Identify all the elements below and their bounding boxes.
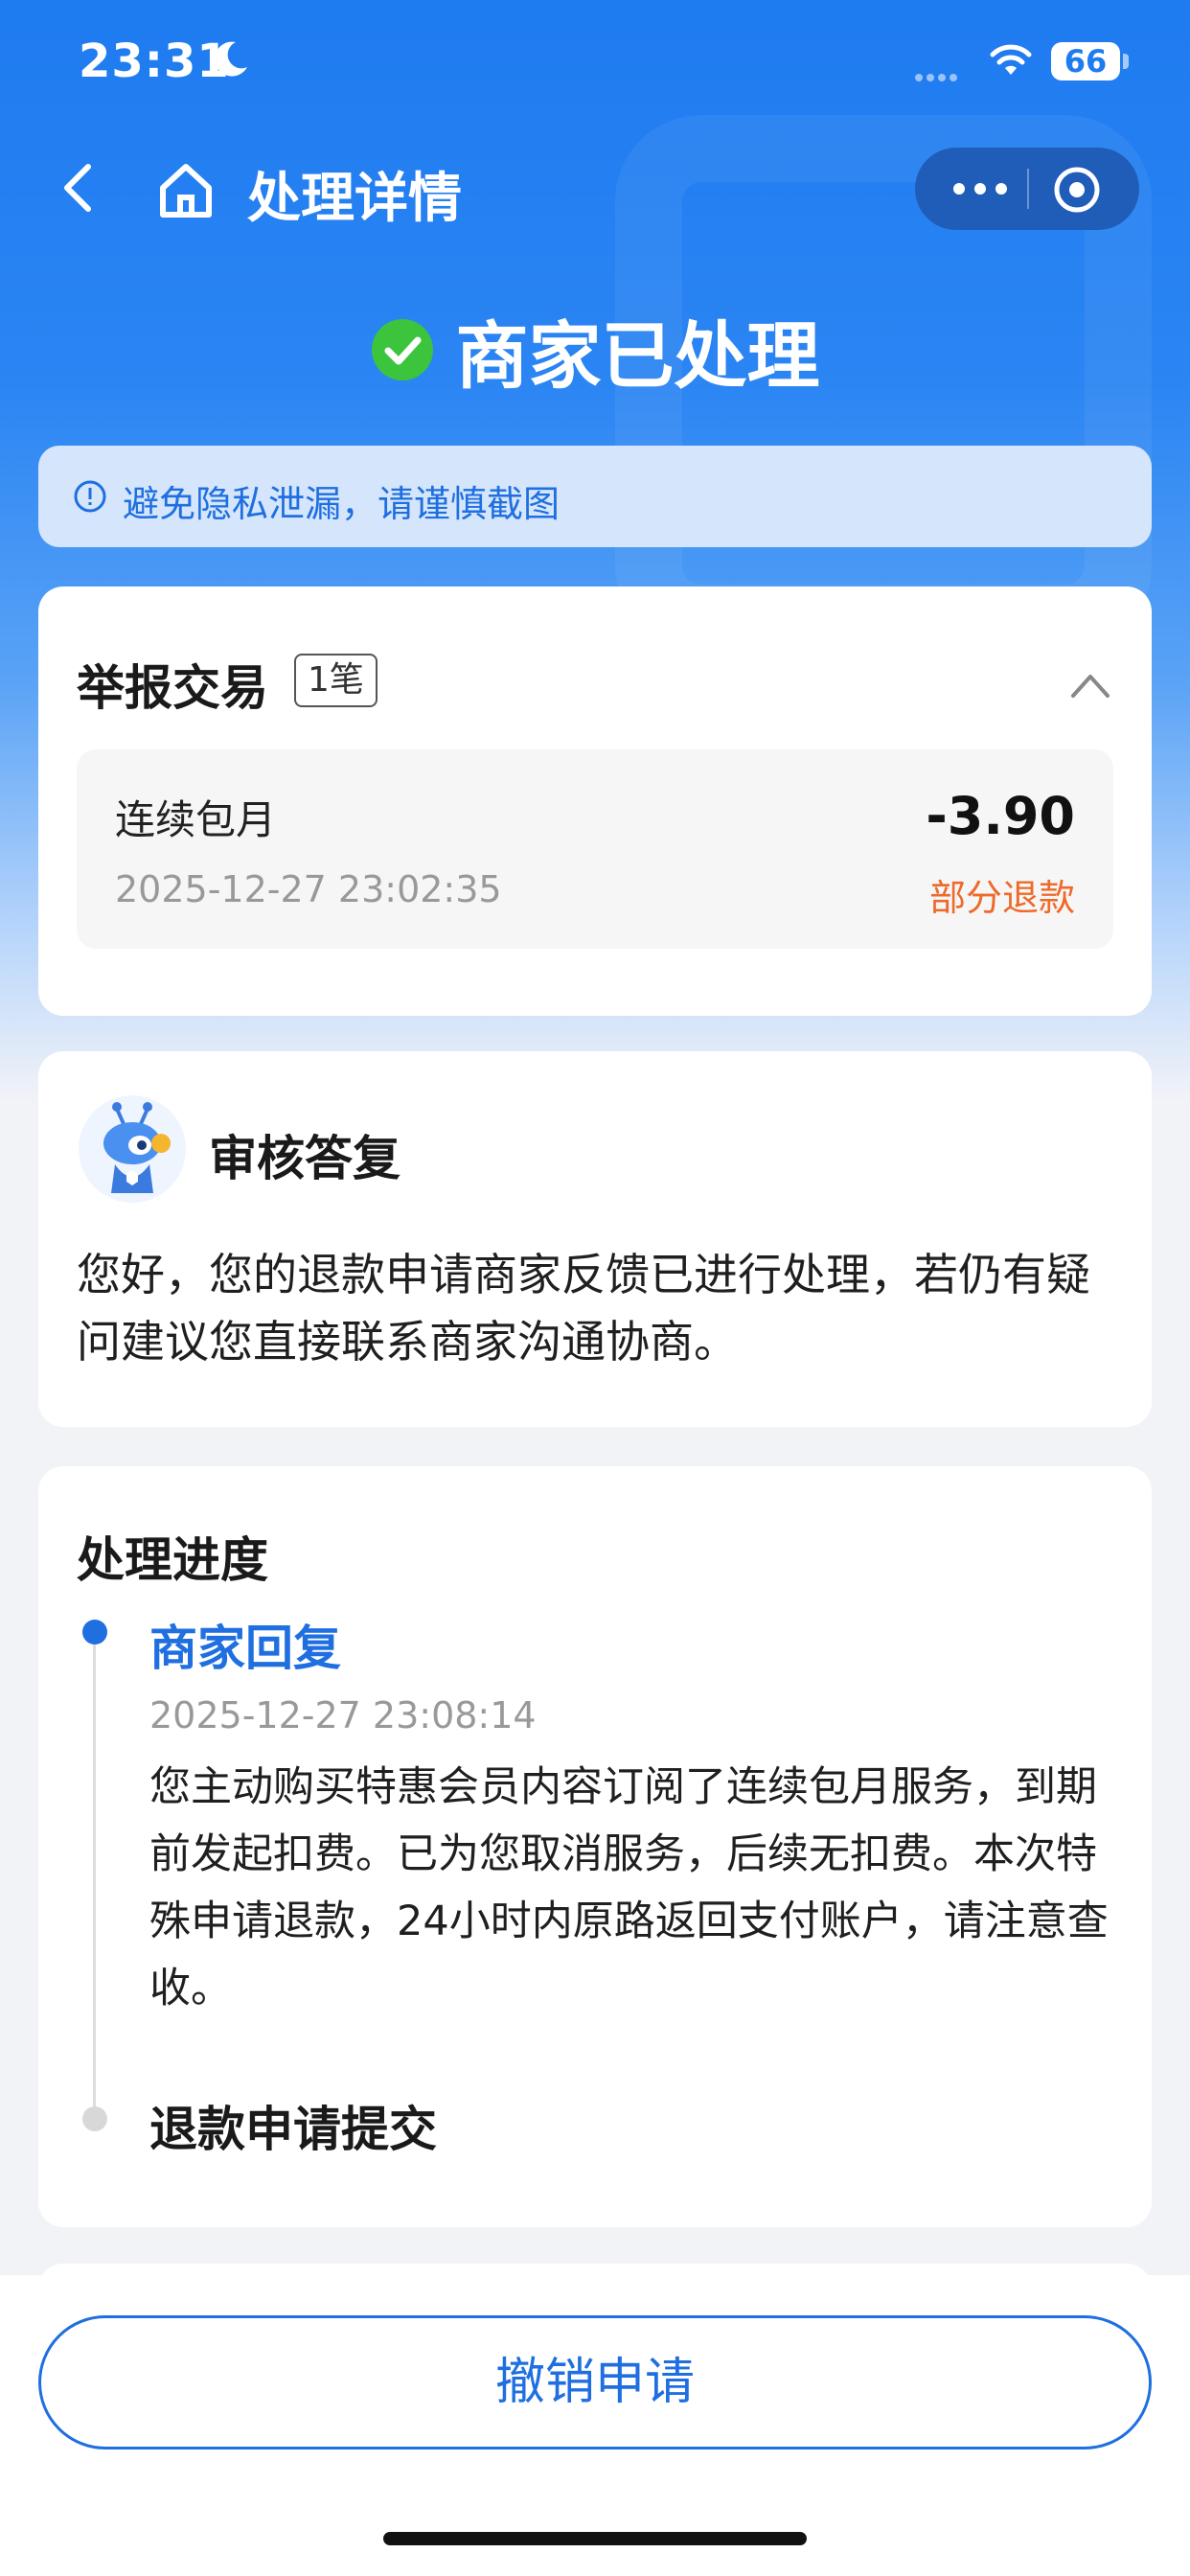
step-merchant-reply-title: 商家回复 [149,1621,341,1676]
status-time: 23:31 [79,34,230,88]
step-refund-submitted-title: 退款申请提交 [149,2102,437,2157]
timeline-dot-inactive [82,2106,107,2131]
signal-icon [915,67,973,81]
battery-tip [1123,54,1129,69]
refund-status: 部分退款 [928,877,1075,919]
step-merchant-reply-body: 您主动购买特惠会员内容订阅了连续包月服务，到期前发起扣费。已为您取消服务，后续无… [149,1763,1109,2012]
review-title: 审核答复 [209,1131,400,1186]
page-title: 处理详情 [247,168,462,230]
review-body: 您好，您的退款申请商家反馈已进行处理，若仍有疑问建议您直接联系商家沟通协商。 [77,1249,1090,1368]
back-arrow-icon[interactable] [50,157,107,218]
timeline-line [93,1634,96,2121]
report-transaction-card: 举报交易 1笔 连续包月 2025-12-27 23:02:35 -3.90 部… [38,586,1152,1016]
transaction-name: 连续包月 [115,796,277,843]
review-reply-card: 审核答复 您好，您的退款申请商家反馈已进行处理，若仍有疑问建议您直接联系商家沟通… [38,1051,1152,1427]
robot-avatar [79,1095,186,1203]
progress-title: 处理进度 [77,1532,268,1588]
bottom-action-bar: 撤销申请 [0,2275,1190,2576]
transaction-item[interactable]: 连续包月 2025-12-27 23:02:35 -3.90 部分退款 [77,749,1113,949]
more-icon[interactable] [950,169,1011,209]
home-icon[interactable] [153,159,218,220]
report-title: 举报交易 [77,660,268,716]
battery-indicator: 66 [1051,42,1120,80]
info-icon [74,480,106,513]
moon-icon [215,41,247,77]
privacy-notice: 避免隐私泄漏，请谨慎截图 [38,446,1152,547]
transaction-datetime: 2025-12-27 23:02:35 [115,868,502,910]
check-circle-icon [372,319,434,380]
step-merchant-reply-datetime: 2025-12-27 23:08:14 [149,1694,537,1736]
close-target-icon[interactable] [1052,165,1102,215]
status-title: 商家已处理 [455,313,820,399]
status-headline: 商家已处理 [0,297,1190,402]
status-bar: 23:31 66 [0,0,1190,125]
transaction-amount: -3.90 [926,786,1075,846]
chevron-up-icon[interactable] [1069,671,1111,700]
transaction-count-badge: 1笔 [294,654,378,707]
notice-text: 避免隐私泄漏，请谨慎截图 [123,483,561,525]
home-indicator [383,2532,807,2545]
timeline-dot-active [82,1620,107,1644]
cancel-application-button[interactable]: 撤销申请 [38,2315,1152,2450]
wifi-icon [990,44,1032,75]
capsule-divider [1027,169,1029,209]
navigation-bar: 处理详情 [0,134,1190,240]
mini-program-capsule [915,148,1139,230]
progress-card: 处理进度 商家回复 2025-12-27 23:08:14 您主动购买特惠会员内… [38,1466,1152,2227]
